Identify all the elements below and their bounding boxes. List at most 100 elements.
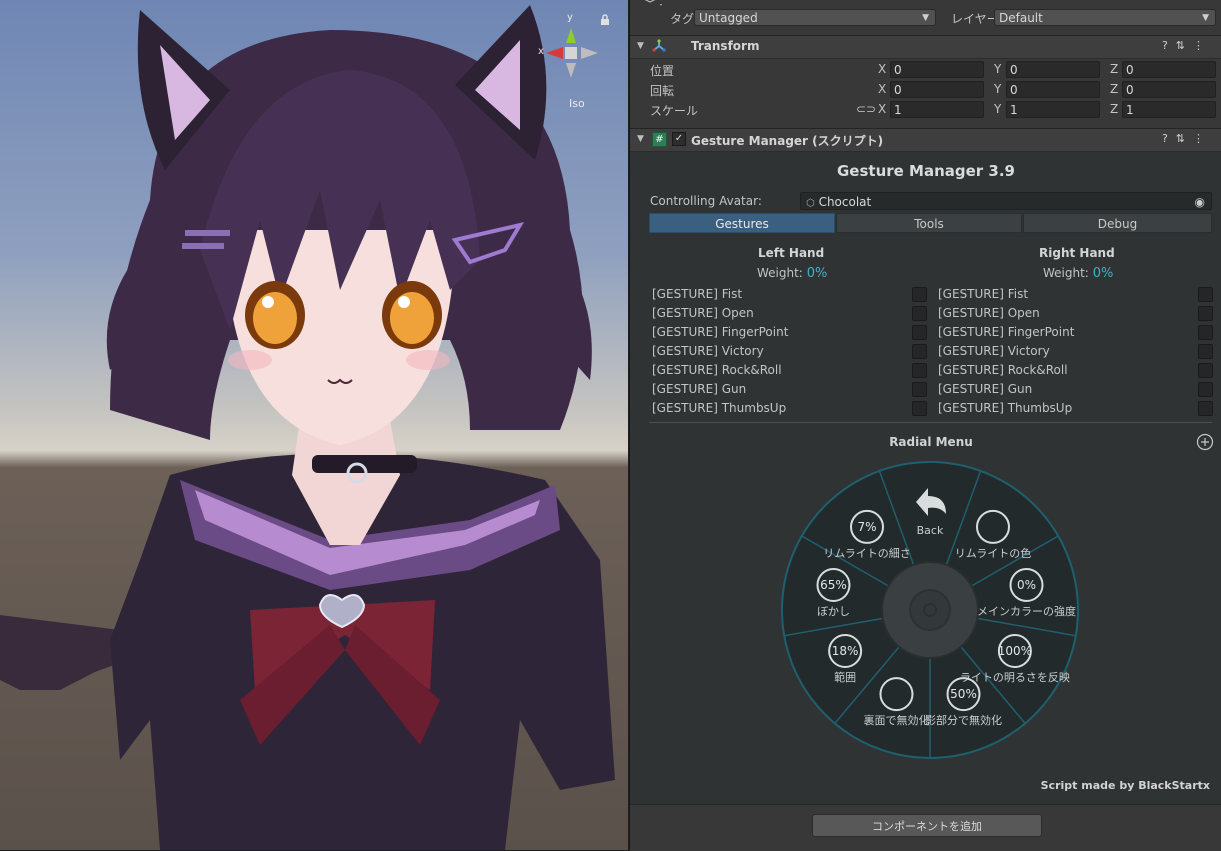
scene-view[interactable]: y x Iso bbox=[0, 0, 628, 850]
left-gesture-open[interactable]: [GESTURE] Open bbox=[652, 306, 754, 320]
right-gesture-fist[interactable]: [GESTURE] Fist bbox=[938, 287, 1028, 301]
transform-title: Transform bbox=[691, 39, 760, 53]
tab-debug[interactable]: Debug bbox=[1023, 213, 1212, 233]
right-hand-title: Right Hand bbox=[1039, 246, 1115, 260]
right-gesture-open[interactable]: [GESTURE] Open bbox=[938, 306, 1040, 320]
chevron-down-icon: ▼ bbox=[1202, 13, 1209, 23]
radial-item-label: 裏面で無効化 bbox=[863, 713, 929, 727]
radial-item-label: リムライトの細さ bbox=[823, 547, 910, 560]
radial-menu-title: Radial Menu bbox=[889, 435, 973, 449]
left-gesture-checkbox[interactable] bbox=[912, 401, 927, 416]
right-gesture-checkbox[interactable] bbox=[1198, 382, 1213, 397]
avatar-render bbox=[0, 5, 615, 850]
right-gesture-thumbsup[interactable]: [GESTURE] ThumbsUp bbox=[938, 401, 1072, 415]
add-icon[interactable] bbox=[1196, 433, 1214, 454]
gesture-manager-body: Gesture Manager 3.9 Controlling Avatar: … bbox=[630, 152, 1221, 804]
rotation-label: 回転 bbox=[650, 84, 675, 98]
gameobject-icon bbox=[638, 0, 662, 13]
gizmo-y-label: y bbox=[567, 12, 573, 23]
controlling-avatar-label: Controlling Avatar: bbox=[650, 194, 762, 208]
left-weight: Weight: 0% bbox=[757, 266, 827, 281]
left-gesture-checkbox[interactable] bbox=[912, 306, 927, 321]
controlling-avatar-field[interactable]: ⬡ Chocolat ◉ bbox=[800, 192, 1212, 210]
right-gesture-checkbox[interactable] bbox=[1198, 363, 1213, 378]
left-gesture-rockandroll[interactable]: [GESTURE] Rock&Roll bbox=[652, 363, 782, 377]
right-weight-value: 0% bbox=[1092, 266, 1114, 281]
gm-heading: Gesture Manager 3.9 bbox=[836, 162, 1015, 180]
rotation-y-field[interactable]: 0 bbox=[1006, 81, 1100, 98]
radial-item-label: ライトの明るさを反映 bbox=[960, 671, 1070, 684]
right-gesture-gun[interactable]: [GESTURE] Gun bbox=[938, 382, 1032, 396]
add-component-button[interactable]: コンポーネントを追加 bbox=[812, 814, 1042, 837]
link-icon[interactable]: ⊂⊃ bbox=[856, 102, 876, 116]
scale-y-field[interactable]: 1 bbox=[1006, 101, 1100, 118]
layer-value: Default bbox=[999, 11, 1043, 25]
radial-item-value: 7% bbox=[857, 520, 876, 534]
scale-label: スケール bbox=[650, 104, 699, 118]
axis-z-label: Z bbox=[1110, 62, 1119, 76]
left-gesture-checkbox[interactable] bbox=[912, 363, 927, 378]
foldout-arrow-icon[interactable]: ▼ bbox=[637, 41, 644, 51]
object-picker-icon[interactable]: ◉ bbox=[1195, 193, 1205, 211]
projection-label[interactable]: Iso bbox=[569, 97, 585, 110]
position-z-field[interactable]: 0 bbox=[1122, 61, 1216, 78]
right-gesture-victory[interactable]: [GESTURE] Victory bbox=[938, 344, 1050, 358]
radial-item-value: 0% bbox=[1017, 578, 1036, 592]
foldout-arrow-icon[interactable]: ▼ bbox=[637, 134, 644, 144]
right-gesture-checkbox[interactable] bbox=[1198, 344, 1213, 359]
left-gesture-victory[interactable]: [GESTURE] Victory bbox=[652, 344, 764, 358]
left-gesture-thumbsup[interactable]: [GESTURE] ThumbsUp bbox=[652, 401, 786, 415]
radial-item-value: 50% bbox=[950, 687, 977, 701]
component-menu-icons[interactable]: ?⇅⋮ bbox=[1162, 132, 1212, 145]
credit-text: Script made by BlackStartx bbox=[1040, 779, 1210, 792]
scale-x-field[interactable]: 1 bbox=[890, 101, 984, 118]
axis-y-label: Y bbox=[994, 102, 1002, 116]
transform-icon bbox=[652, 39, 666, 56]
radial-item-label: ぼかし bbox=[817, 605, 850, 618]
left-weight-value: 0% bbox=[806, 266, 828, 281]
position-y-field[interactable]: 0 bbox=[1006, 61, 1100, 78]
left-gesture-checkbox[interactable] bbox=[912, 325, 927, 340]
layer-dropdown[interactable]: Default ▼ bbox=[994, 9, 1216, 26]
left-gesture-checkbox[interactable] bbox=[912, 287, 927, 302]
scale-z-field[interactable]: 1 bbox=[1122, 101, 1216, 118]
radial-item-label: メインカラーの強度 bbox=[977, 604, 1076, 618]
tag-dropdown[interactable]: Untagged ▼ bbox=[694, 9, 936, 26]
tag-value: Untagged bbox=[699, 11, 758, 25]
left-gesture-gun[interactable]: [GESTURE] Gun bbox=[652, 382, 746, 396]
left-gesture-checkbox[interactable] bbox=[912, 344, 927, 359]
axis-z-label: Z bbox=[1110, 82, 1119, 96]
left-gesture-checkbox[interactable] bbox=[912, 382, 927, 397]
right-gesture-checkbox[interactable] bbox=[1198, 306, 1213, 321]
rotation-z-field[interactable]: 0 bbox=[1122, 81, 1216, 98]
axis-x-label: X bbox=[878, 102, 887, 116]
left-gesture-fingerpoint[interactable]: [GESTURE] FingerPoint bbox=[652, 325, 788, 339]
right-gesture-checkbox[interactable] bbox=[1198, 325, 1213, 340]
radial-item-label: 影部分で無効化 bbox=[925, 713, 1002, 727]
enabled-checkbox[interactable]: ✓ bbox=[672, 132, 686, 146]
radial-item-value: 65% bbox=[820, 578, 847, 592]
left-gesture-fist[interactable]: [GESTURE] Fist bbox=[652, 287, 742, 301]
left-weight-label: Weight: bbox=[757, 266, 803, 280]
tab-gestures[interactable]: Gestures bbox=[649, 213, 835, 233]
right-gesture-fingerpoint[interactable]: [GESTURE] FingerPoint bbox=[938, 325, 1074, 339]
gm-tabs: Gestures Tools Debug bbox=[649, 213, 1212, 233]
radial-menu[interactable]: Back リムライトの色 0% メインカラーの強度 100% ライトの明るさを反映 50% 影… bbox=[780, 460, 1080, 760]
layer-label: レイヤー bbox=[951, 12, 999, 26]
axis-y-label: Y bbox=[994, 82, 1002, 96]
radial-item-value: 100% bbox=[998, 644, 1032, 658]
radial-item-value: 18% bbox=[832, 644, 859, 658]
gesture-manager-header[interactable]: ▼ # ✓ Gesture Manager (スクリプト) ?⇅⋮ bbox=[630, 128, 1221, 152]
radial-item-label: Back bbox=[917, 524, 944, 537]
gesture-manager-title: Gesture Manager (スクリプト) bbox=[691, 134, 884, 148]
divider bbox=[649, 422, 1212, 423]
transform-header[interactable]: ▼ Transform ?⇅⋮ bbox=[630, 35, 1221, 59]
right-gesture-checkbox[interactable] bbox=[1198, 287, 1213, 302]
rotation-x-field[interactable]: 0 bbox=[890, 81, 984, 98]
tag-layer-row: タグ Untagged ▼ レイヤー Default ▼ bbox=[630, 0, 1221, 34]
right-gesture-rockandroll[interactable]: [GESTURE] Rock&Roll bbox=[938, 363, 1068, 377]
position-x-field[interactable]: 0 bbox=[890, 61, 984, 78]
component-menu-icons[interactable]: ?⇅⋮ bbox=[1162, 39, 1212, 52]
right-gesture-checkbox[interactable] bbox=[1198, 401, 1213, 416]
tab-tools[interactable]: Tools bbox=[836, 213, 1022, 233]
